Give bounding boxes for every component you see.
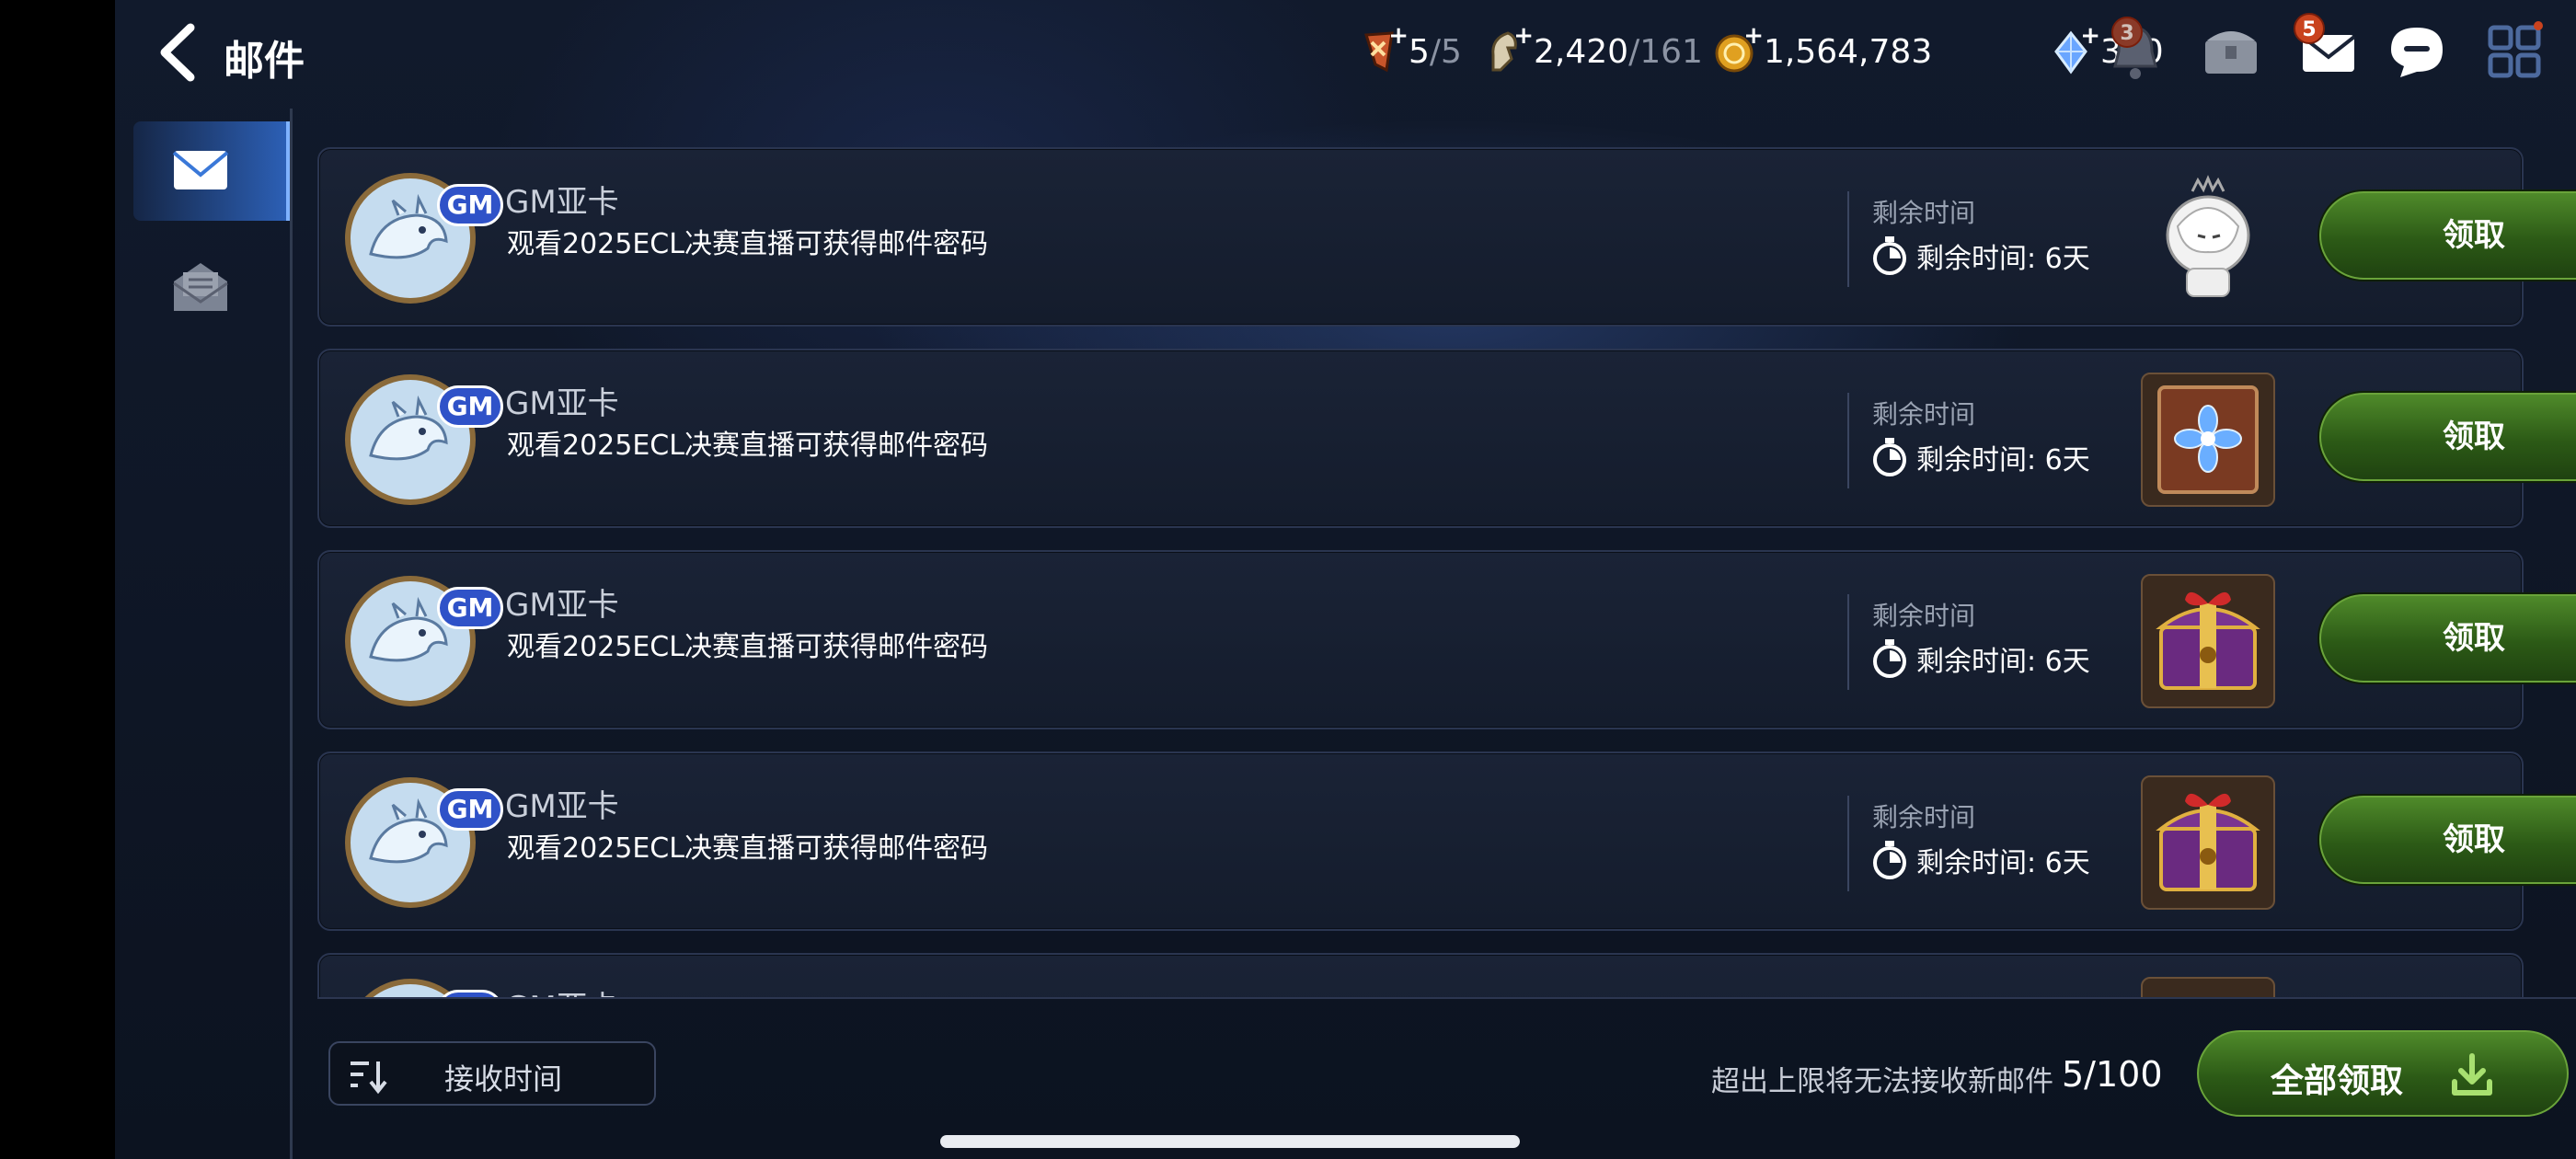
grid-menu-icon bbox=[2488, 21, 2543, 78]
horse-ticket-icon: + bbox=[1484, 22, 1534, 75]
gm-avatar: GM bbox=[343, 574, 503, 708]
mail-sidebar bbox=[115, 109, 293, 1159]
gm-tag: GM bbox=[437, 788, 503, 831]
remain-label: 剩余时间 bbox=[1872, 198, 1976, 228]
mail-limit-text: 超出上限将无法接收新邮件 bbox=[1711, 1065, 2053, 1098]
mail-screen: 邮件 + 5 /5 + 2,420 /161 + 1,564,783 + 3 5… bbox=[115, 0, 2576, 1159]
mail-item[interactable]: GM GM亚卡 bbox=[317, 953, 2524, 997]
tab-inbox[interactable] bbox=[133, 121, 292, 221]
ticket-value: 2,420 bbox=[1534, 32, 1629, 71]
claim-all-button[interactable]: 全部领取 bbox=[2197, 1030, 2569, 1117]
reward-item[interactable] bbox=[2141, 373, 2275, 507]
stopwatch-icon bbox=[1873, 639, 1906, 678]
inventory-button[interactable] bbox=[2198, 18, 2264, 85]
chat-bubble-icon bbox=[2391, 28, 2443, 77]
chest-icon bbox=[2205, 31, 2257, 74]
gm-tag: GM bbox=[437, 587, 503, 629]
menu-button[interactable] bbox=[2481, 18, 2547, 85]
mail-sender: GM亚卡 bbox=[505, 184, 619, 221]
ticket-counter[interactable]: + 2,420 /161 bbox=[1484, 22, 1703, 77]
gold-coin-icon: + bbox=[1714, 22, 1764, 75]
stopwatch-icon bbox=[1873, 236, 1906, 275]
mail-badge: 5 bbox=[2294, 13, 2325, 44]
opened-mail-icon bbox=[173, 263, 228, 311]
gold-value: 1,564,783 bbox=[1764, 32, 1933, 71]
gift-chest-icon bbox=[2156, 793, 2260, 891]
remain-time: 剩余时间: 6天 bbox=[1872, 840, 2090, 880]
top-bar: 邮件 + 5 /5 + 2,420 /161 + 1,564,783 + 3 5 bbox=[115, 0, 2576, 103]
claim-button[interactable]: 领取 bbox=[2319, 796, 2576, 884]
mail-subject: 观看2025ECL决赛直播可获得邮件密码 bbox=[507, 631, 988, 663]
mail-list[interactable]: GM GM亚卡 观看2025ECL决赛直播可获得邮件密码 剩余时间 剩余时间: … bbox=[317, 147, 2576, 997]
remain-value: 剩余时间: 6天 bbox=[1916, 243, 2090, 275]
chat-button[interactable] bbox=[2384, 18, 2450, 85]
back-arrow-icon[interactable] bbox=[148, 20, 213, 85]
mail-sender: GM亚卡 bbox=[505, 982, 619, 997]
notification-button[interactable]: 3 bbox=[2102, 17, 2168, 85]
sort-button[interactable]: 接收时间 bbox=[328, 1041, 656, 1106]
gift-chest-icon bbox=[2156, 591, 2260, 690]
gm-tag: GM bbox=[437, 385, 503, 428]
chibi-character-icon bbox=[2166, 175, 2250, 297]
reward-item[interactable] bbox=[2141, 171, 2275, 305]
mail-subject: 观看2025ECL决赛直播可获得邮件密码 bbox=[507, 228, 988, 260]
reward-item[interactable] bbox=[2141, 977, 2275, 997]
reward-item[interactable] bbox=[2141, 775, 2275, 910]
notification-badge: 3 bbox=[2111, 17, 2143, 48]
mail-sender: GM亚卡 bbox=[505, 385, 619, 422]
mail-sender: GM亚卡 bbox=[505, 587, 619, 624]
home-indicator[interactable] bbox=[940, 1135, 1520, 1148]
stopwatch-icon bbox=[1873, 438, 1906, 476]
mail-button[interactable]: 5 bbox=[2294, 13, 2362, 85]
download-icon bbox=[2452, 1053, 2492, 1096]
ticket-max: /161 bbox=[1628, 32, 1703, 71]
mail-sender: GM亚卡 bbox=[505, 788, 619, 825]
stamina-icon: + bbox=[1359, 22, 1409, 75]
page-title: 邮件 bbox=[224, 38, 305, 85]
mail-item[interactable]: GM GM亚卡 观看2025ECL决赛直播可获得邮件密码 剩余时间 剩余时间: … bbox=[317, 550, 2576, 729]
tab-read[interactable] bbox=[133, 237, 292, 337]
mail-subject: 观看2025ECL决赛直播可获得邮件密码 bbox=[507, 430, 988, 462]
mail-item[interactable]: GM GM亚卡 观看2025ECL决赛直播可获得邮件密码 剩余时间 剩余时间: … bbox=[317, 349, 2576, 528]
gm-avatar: GM bbox=[343, 373, 503, 507]
reward-item[interactable] bbox=[2141, 574, 2275, 708]
claim-button[interactable]: 领取 bbox=[2319, 393, 2576, 481]
remain-label: 剩余时间 bbox=[1872, 601, 1976, 631]
mail-limit-count: 5/100 bbox=[2062, 1054, 2163, 1095]
remain-time: 剩余时间: 6天 bbox=[1872, 638, 2090, 679]
flower-book-icon bbox=[2157, 385, 2259, 494]
mail-subject: 观看2025ECL决赛直播可获得邮件密码 bbox=[507, 832, 988, 865]
gm-avatar: GM bbox=[343, 775, 503, 910]
gold-counter[interactable]: + 1,564,783 bbox=[1714, 22, 1933, 77]
remain-label: 剩余时间 bbox=[1872, 399, 1976, 430]
stamina-max: /5 bbox=[1429, 32, 1462, 71]
stamina-value: 5 bbox=[1409, 32, 1430, 71]
remain-value: 剩余时间: 6天 bbox=[1916, 444, 2090, 476]
remain-label: 剩余时间 bbox=[1872, 802, 1976, 832]
gm-avatar: GM bbox=[343, 977, 503, 997]
sort-icon bbox=[351, 1061, 387, 1095]
sort-label: 接收时间 bbox=[444, 1061, 563, 1096]
claim-all-label: 全部领取 bbox=[2271, 1062, 2404, 1100]
remain-value: 剩余时间: 6天 bbox=[1916, 847, 2090, 879]
mail-item[interactable]: GM GM亚卡 观看2025ECL决赛直播可获得邮件密码 剩余时间 剩余时间: … bbox=[317, 752, 2576, 931]
mail-item[interactable]: GM GM亚卡 观看2025ECL决赛直播可获得邮件密码 剩余时间 剩余时间: … bbox=[317, 147, 2576, 327]
stopwatch-icon bbox=[1873, 841, 1906, 879]
claim-button[interactable]: 领取 bbox=[2319, 191, 2576, 280]
remain-value: 剩余时间: 6天 bbox=[1916, 646, 2090, 678]
gm-avatar: GM bbox=[343, 171, 503, 305]
claim-button[interactable]: 领取 bbox=[2319, 594, 2576, 683]
gift-chest-icon bbox=[2143, 979, 2273, 997]
remain-time: 剩余时间: 6天 bbox=[1872, 235, 2090, 276]
remain-time: 剩余时间: 6天 bbox=[1872, 437, 2090, 477]
stamina-counter[interactable]: + 5 /5 bbox=[1359, 22, 1462, 77]
crystal-icon: + bbox=[2051, 22, 2100, 75]
gm-tag: GM bbox=[437, 184, 503, 226]
mail-icon bbox=[172, 151, 229, 189]
